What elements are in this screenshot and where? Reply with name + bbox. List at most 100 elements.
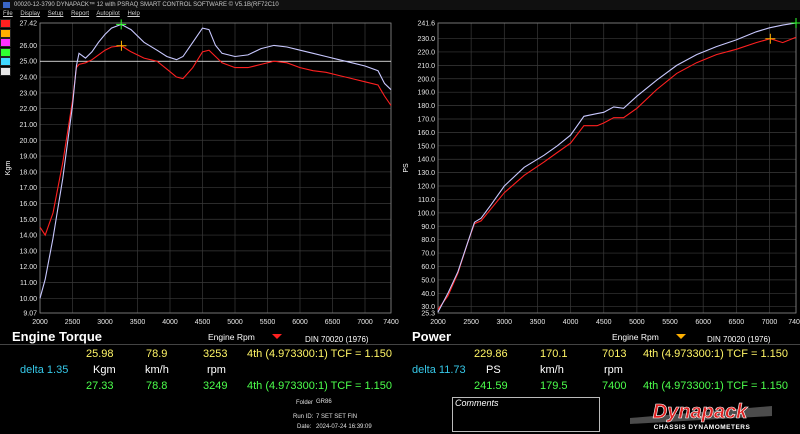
power-ytick-label: 241.6 bbox=[417, 21, 435, 28]
power-ytick-label: 80.0 bbox=[421, 237, 435, 244]
power-ytick-label: 230.0 bbox=[417, 36, 435, 43]
power-xtick-label: 6500 bbox=[729, 319, 745, 326]
torque-ytick-label: 22.00 bbox=[19, 106, 37, 113]
folder-value: GR86 bbox=[316, 399, 332, 405]
folder-label: Folder bbox=[296, 400, 314, 406]
torque-ytick-label: 14.00 bbox=[19, 233, 37, 240]
torque-ytick-label: 10.00 bbox=[19, 296, 37, 303]
torque-ytick-label: 12.00 bbox=[19, 264, 37, 271]
torque-ytick-label: 16.00 bbox=[19, 201, 37, 208]
power-xtick-label: 2000 bbox=[430, 319, 446, 326]
power-unit-value: PS bbox=[486, 364, 501, 376]
power-xtick-label: 7000 bbox=[762, 319, 778, 326]
power-series-1-line bbox=[437, 36, 797, 310]
power-ytick-label: 160.0 bbox=[417, 130, 435, 137]
torque-xtick-label: 3500 bbox=[130, 319, 146, 326]
torque-ytick-label: 21.00 bbox=[19, 122, 37, 129]
comments-label: Comments bbox=[455, 398, 499, 408]
torque-xtick-label: 2500 bbox=[65, 319, 81, 326]
torque-xtick-label: 5500 bbox=[260, 319, 276, 326]
comments-box[interactable]: Comments bbox=[452, 397, 600, 432]
torque-delta: delta 1.35 bbox=[20, 364, 69, 376]
power-ytick-label: 130.0 bbox=[417, 170, 435, 177]
power-unit-rpm: rpm bbox=[604, 364, 623, 376]
torque-ytick-label: 19.00 bbox=[19, 154, 37, 161]
date-value: 2024-07-24 16:39:09 bbox=[316, 424, 372, 430]
power-delta: delta 11.73 bbox=[412, 364, 466, 376]
torque-ytick-label: 26.00 bbox=[19, 43, 37, 50]
power-xtick-label: 6000 bbox=[695, 319, 711, 326]
torque-ytick-label: 9.07 bbox=[23, 311, 37, 318]
torque-xtick-label: 5000 bbox=[227, 319, 243, 326]
power-run2-value: 241.59 bbox=[474, 380, 508, 392]
torque-xtick-label: 2000 bbox=[32, 319, 48, 326]
power-series-2-line bbox=[437, 22, 797, 313]
power-ytick-label: 120.0 bbox=[417, 184, 435, 191]
readout-separator bbox=[0, 344, 800, 345]
power-ytick-label: 90.0 bbox=[421, 224, 435, 231]
torque-unit-rpm: rpm bbox=[207, 364, 226, 376]
torque-ytick-label: 20.00 bbox=[19, 138, 37, 145]
torque-ytick-label: 23.00 bbox=[19, 90, 37, 97]
runid-value: 7 SET SET FIN bbox=[316, 414, 358, 420]
torque-ytick-label: 15.00 bbox=[19, 217, 37, 224]
power-run2-gear: 4th (4.973300:1) TCF = 1.150 bbox=[643, 380, 789, 392]
torque-ytick-label: 11.00 bbox=[20, 280, 37, 287]
torque-unit-speed: km/h bbox=[145, 364, 169, 376]
torque-ytick-label: 25.00 bbox=[19, 59, 37, 66]
torque-xtick-label: 3000 bbox=[97, 319, 113, 326]
torque-ylabel: Kgm bbox=[5, 161, 12, 176]
torque-ytick-label: 17.00 bbox=[19, 185, 37, 192]
torque-xtick-label: 6000 bbox=[292, 319, 308, 326]
power-ytick-label: 40.0 bbox=[421, 291, 435, 298]
power-xtick-label: 7400 bbox=[788, 319, 800, 326]
logo-subtext: CHASSIS DYNAMOMETERS bbox=[654, 424, 751, 431]
power-run1-gear: 4th (4.973300:1) TCF = 1.150 bbox=[643, 348, 789, 360]
power-xtick-label: 3000 bbox=[497, 319, 513, 326]
torque-xtick-label: 7400 bbox=[383, 319, 399, 326]
power-ylabel: PS bbox=[403, 163, 410, 173]
power-ytick-label: 70.0 bbox=[421, 251, 435, 258]
power-plot-frame bbox=[437, 22, 797, 314]
power-ytick-label: 60.0 bbox=[421, 264, 435, 271]
torque-run1-speed: 78.9 bbox=[146, 348, 168, 360]
dyno-charts: 9.07 10.00 11.00 12.00 13.00 14.00 15.00 16.00 1… bbox=[5, 18, 800, 326]
power-ytick-label: 25.3 bbox=[421, 311, 435, 318]
power-rpm-marker-icon bbox=[676, 334, 686, 339]
dynapack-logo: Dynapack CHASSIS DYNAMOMETERS bbox=[630, 401, 772, 431]
torque-run2-value: 27.33 bbox=[86, 380, 114, 392]
power-rpm-label: Engine Rpm bbox=[612, 332, 659, 342]
torque-series-2-line bbox=[39, 23, 392, 299]
power-ytick-label: 110.0 bbox=[418, 197, 435, 204]
power-xtick-label: 4000 bbox=[563, 319, 579, 326]
torque-xtick-label: 7000 bbox=[357, 319, 373, 326]
torque-panel-title: Engine Torque bbox=[12, 329, 103, 344]
power-din-label: DIN 70020 (1976) bbox=[707, 335, 771, 344]
torque-ytick-label: 18.00 bbox=[19, 169, 37, 176]
power-run1-value: 229.86 bbox=[474, 348, 508, 360]
power-xtick-label: 5000 bbox=[629, 319, 645, 326]
power-ytick-label: 170.0 bbox=[417, 116, 435, 123]
power-run2-speed: 179.5 bbox=[540, 380, 568, 392]
power-ytick-label: 220.0 bbox=[417, 49, 435, 56]
torque-run2-speed: 78.8 bbox=[146, 380, 168, 392]
logo-text: Dynapack bbox=[653, 401, 748, 423]
power-ytick-label: 150.0 bbox=[417, 143, 435, 150]
torque-xtick-label: 6500 bbox=[325, 319, 341, 326]
power-xtick-label: 3500 bbox=[530, 319, 546, 326]
torque-unit-value: Kgm bbox=[93, 364, 116, 376]
torque-rpm-label: Engine Rpm bbox=[208, 332, 255, 342]
power-run1-rpm: 7013 bbox=[602, 348, 627, 360]
power-panel-title: Power bbox=[412, 329, 452, 344]
power-run2-rpm: 7400 bbox=[602, 380, 627, 392]
power-xtick-label: 2500 bbox=[463, 319, 479, 326]
torque-xtick-label: 4000 bbox=[162, 319, 178, 326]
torque-xtick-label: 4500 bbox=[195, 319, 211, 326]
power-ytick-label: 190.0 bbox=[417, 90, 435, 97]
power-unit-speed: km/h bbox=[540, 364, 564, 376]
power-ytick-label: 50.0 bbox=[421, 277, 435, 284]
torque-plot-frame bbox=[39, 22, 392, 314]
power-ytick-label: 200.0 bbox=[417, 76, 435, 83]
power-ytick-label: 100.0 bbox=[417, 210, 435, 217]
power-ytick-label: 140.0 bbox=[417, 157, 435, 164]
